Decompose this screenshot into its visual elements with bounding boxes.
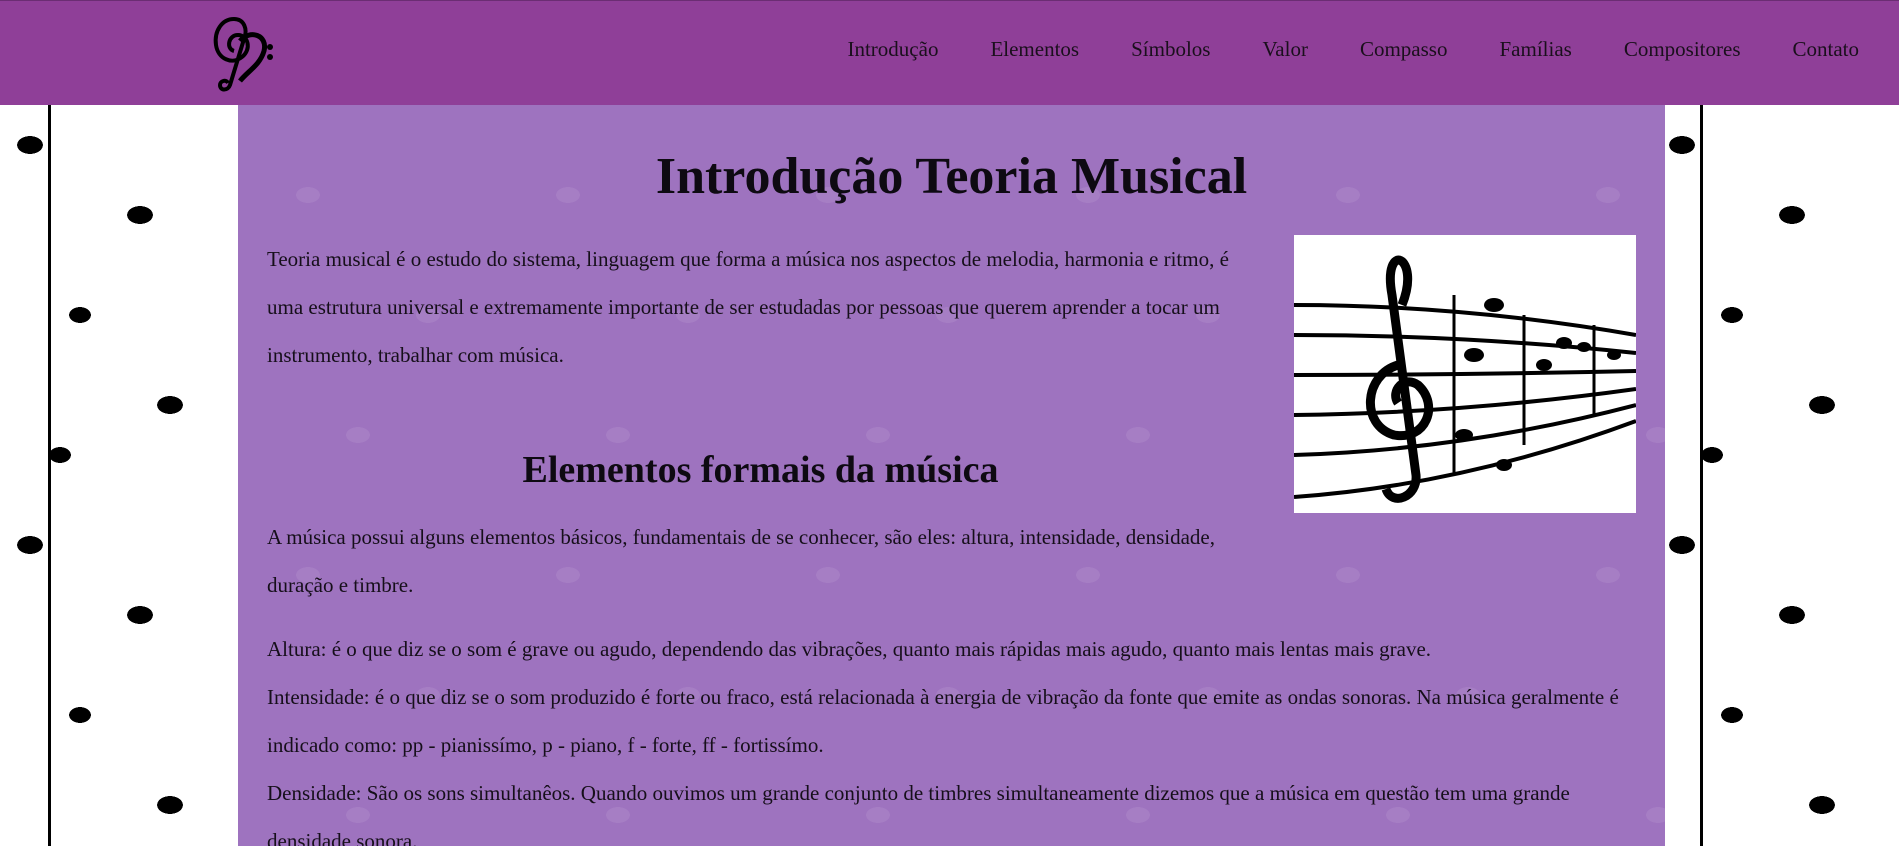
nav-simbolos[interactable]: Símbolos bbox=[1131, 37, 1210, 62]
music-staff-treble-clef-image bbox=[1293, 235, 1637, 513]
site-header: Introdução Elementos Símbolos Valor Comp… bbox=[0, 0, 1899, 105]
main-nav: Introdução Elementos Símbolos Valor Comp… bbox=[795, 37, 1859, 62]
nav-contato[interactable]: Contato bbox=[1793, 37, 1860, 62]
element-details: Altura: é o que diz se o som é grave ou … bbox=[267, 625, 1647, 846]
detail-intensidade: Intensidade: é o que diz se o som produz… bbox=[267, 685, 1619, 757]
section-title: Elementos formais da música bbox=[522, 449, 999, 491]
nav-elementos[interactable]: Elementos bbox=[990, 37, 1079, 62]
nav-familias[interactable]: Famílias bbox=[1499, 37, 1571, 62]
nav-compasso[interactable]: Compasso bbox=[1360, 37, 1448, 62]
page-title: Introdução Teoria Musical bbox=[655, 148, 1248, 205]
main-content: Introdução Teoria Musical Teoria musical… bbox=[238, 105, 1665, 846]
section-intro-paragraph: A música possui alguns elementos básicos… bbox=[267, 525, 1215, 597]
treble-bass-clef-heart-icon[interactable] bbox=[204, 11, 276, 97]
nav-valor[interactable]: Valor bbox=[1262, 37, 1308, 62]
intro-paragraph: Teoria musical é o estudo do sistema, li… bbox=[267, 247, 1229, 367]
nav-compositores[interactable]: Compositores bbox=[1624, 37, 1741, 62]
detail-altura: Altura: é o que diz se o som é grave ou … bbox=[267, 637, 1432, 661]
detail-densidade: Densidade: São os sons simultanêos. Quan… bbox=[267, 781, 1570, 846]
nav-introducao[interactable]: Introdução bbox=[847, 37, 938, 62]
